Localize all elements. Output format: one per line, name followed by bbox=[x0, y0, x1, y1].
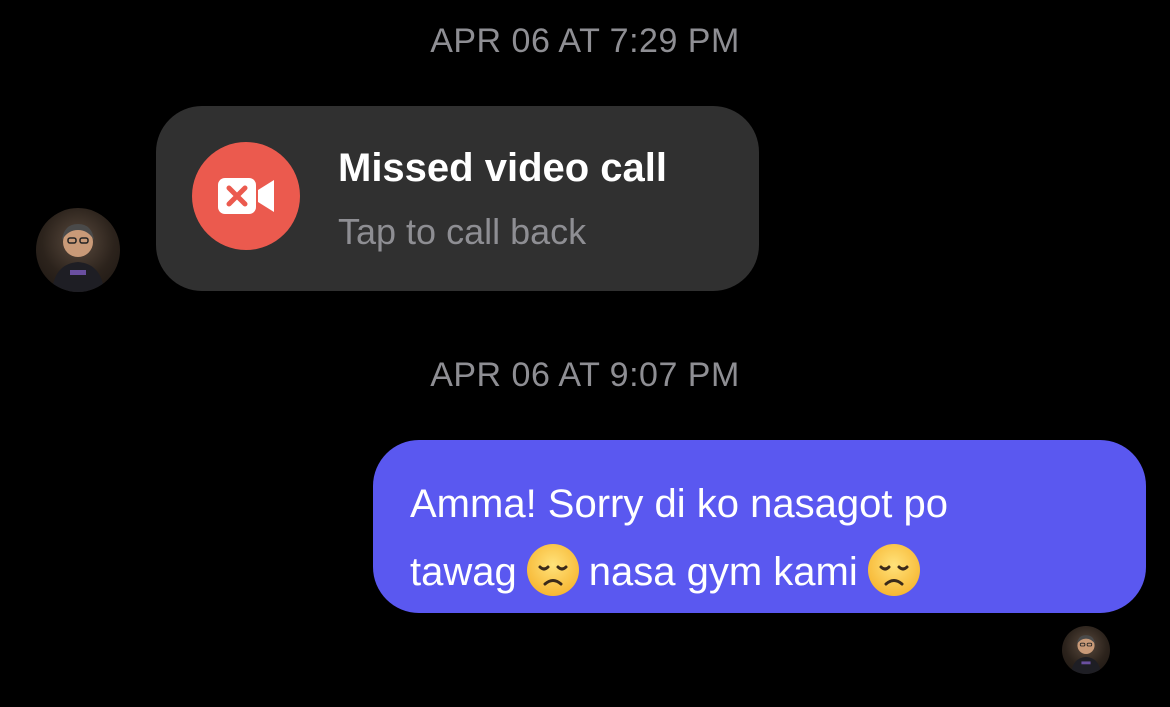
person-photo-icon bbox=[52, 224, 104, 292]
missed-call-bubble[interactable]: Missed video call Tap to call back bbox=[156, 106, 759, 291]
video-camera-x-icon bbox=[192, 142, 300, 250]
timestamp: APR 06 AT 9:07 PM bbox=[430, 356, 740, 394]
message-line-1: Amma! Sorry di ko nasagot po bbox=[410, 482, 949, 526]
contact-avatar[interactable] bbox=[36, 208, 120, 292]
message-text: Amma! Sorry di ko nasagot po tawag nasa g… bbox=[410, 470, 1116, 606]
missed-call-title: Missed video call bbox=[338, 146, 668, 190]
call-back-label: Tap to call back bbox=[338, 211, 587, 252]
message-word: tawag bbox=[410, 550, 517, 594]
seen-receipt-avatar bbox=[1062, 626, 1110, 674]
disappointed-face-icon bbox=[525, 542, 581, 598]
sent-message-bubble[interactable]: Amma! Sorry di ko nasagot po tawag nasa g… bbox=[373, 440, 1146, 613]
timestamp: APR 06 AT 7:29 PM bbox=[430, 22, 740, 60]
person-photo-icon bbox=[1071, 635, 1101, 674]
disappointed-face-icon bbox=[866, 542, 922, 598]
message-phrase: nasa gym kami bbox=[588, 550, 858, 594]
